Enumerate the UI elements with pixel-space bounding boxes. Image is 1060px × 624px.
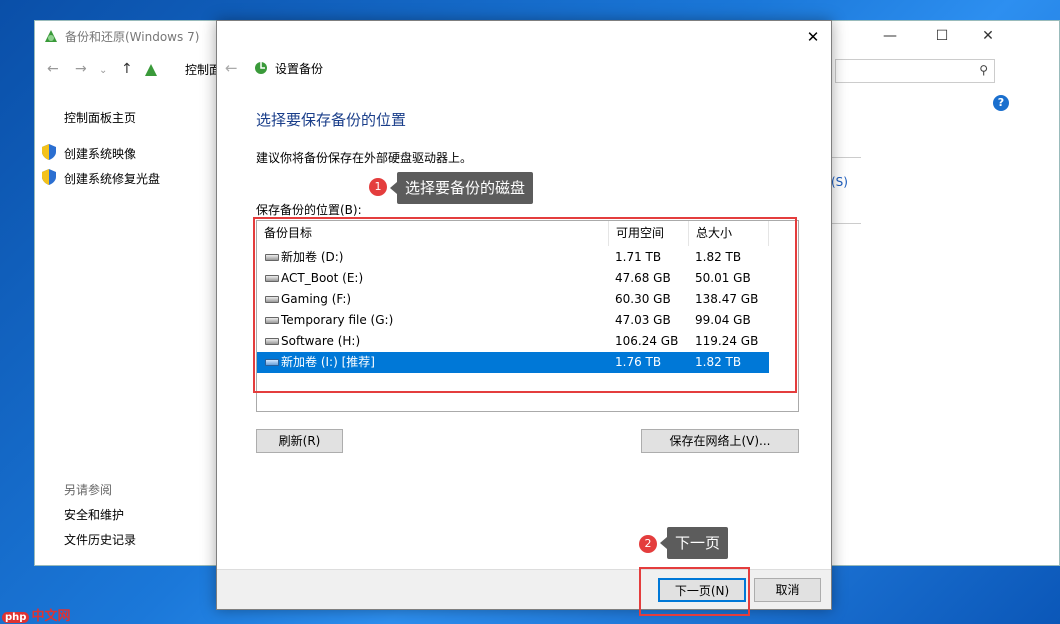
divider [831,157,861,158]
divider [831,223,861,224]
annotation-tooltip-2: 下一页 [659,527,729,559]
watermark-logo: php 中文网 [2,605,70,624]
see-also-security-link[interactable]: 安全和维护 [64,506,124,523]
back-arrow-icon[interactable]: ← [225,59,238,77]
see-also-heading: 另请参阅 [64,483,113,497]
search-input[interactable]: ⚲ [835,59,995,83]
save-on-network-button[interactable]: 保存在网络上(V)... [641,429,799,453]
search-icon: ⚲ [979,63,988,77]
maximize-icon[interactable]: ☐ [927,25,957,47]
watermark-badge: php [2,612,30,623]
forward-arrow-icon[interactable]: → [75,61,87,77]
list-label: 保存备份的位置(B): [256,203,362,217]
backup-restore-icon [45,30,57,42]
setup-backup-link-partial[interactable]: (S) [831,175,848,189]
annotation-highlight-next [639,567,750,616]
refresh-button[interactable]: 刷新(R) [256,429,343,453]
page-heading: 选择要保存备份的位置 [256,111,407,129]
up-arrow-icon[interactable]: ↑ [121,61,133,77]
shield-icon [42,169,56,185]
sidebar-home-link[interactable]: 控制面板主页 [64,109,136,126]
close-icon[interactable]: ✕ [803,27,823,47]
help-icon[interactable]: ? [993,95,1009,111]
page-description: 建议你将备份保存在外部硬盘驱动器上。 [256,151,473,165]
annotation-tooltip-1: 选择要备份的磁盘 [389,172,534,204]
annotation-badge-2: 2 [639,535,657,553]
control-panel-icon [145,64,157,76]
see-also-file-history-link[interactable]: 文件历史记录 [64,531,136,548]
cancel-button[interactable]: 取消 [754,578,821,602]
shield-icon [42,144,56,160]
back-arrow-icon[interactable]: ← [47,61,59,77]
annotation-badge-1: 1 [369,178,387,196]
close-icon[interactable]: ✕ [973,25,1003,47]
chevron-down-icon[interactable]: ⌄ [99,65,107,76]
minimize-icon[interactable]: — [875,25,905,47]
window-title: 备份和还原(Windows 7) [65,30,200,44]
sidebar-link-system-image[interactable]: 创建系统映像 [64,145,136,162]
backup-icon [255,62,267,74]
sidebar-link-repair-disc[interactable]: 创建系统修复光盘 [64,170,160,187]
watermark-text: 中文网 [31,609,71,624]
dialog-title: 设置备份 [275,62,324,76]
annotation-highlight-list [253,217,797,393]
